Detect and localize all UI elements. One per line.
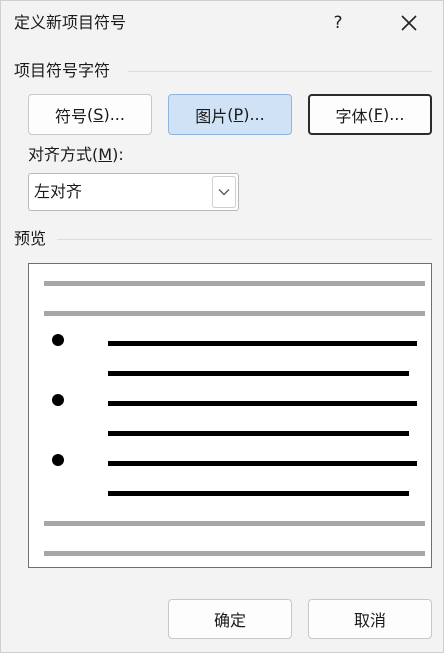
font-button[interactable]: 字体(F)...	[308, 94, 432, 135]
cancel-button-label: 取消	[353, 611, 386, 630]
symbol-button-mnemonic: S	[93, 105, 104, 124]
chevron-down-icon	[218, 189, 230, 196]
font-button-mnemonic: F	[373, 105, 383, 124]
bullet-character-section-label: 项目符号字符	[14, 61, 111, 80]
preview-text-line	[44, 551, 425, 556]
alignment-select[interactable]: 左对齐	[28, 173, 239, 211]
ok-button-label: 确定	[213, 611, 246, 630]
symbol-button-text: 符号	[55, 106, 88, 126]
help-button[interactable]: ?	[319, 5, 357, 41]
preview-text-line	[44, 311, 425, 316]
alignment-dropdown-button[interactable]	[212, 176, 236, 208]
define-new-bullet-dialog: 定义新项目符号 ? 项目符号字符 符号(S)... 图片(P)... 字体(F)…	[0, 0, 444, 653]
help-icon: ?	[333, 13, 343, 33]
dialog-title: 定义新项目符号	[14, 13, 127, 32]
preview-text-line	[44, 281, 425, 286]
preview-bullet-icon	[52, 334, 64, 346]
close-button[interactable]	[387, 5, 431, 41]
preview-bullet-line	[108, 341, 417, 346]
alignment-selected-value: 左对齐	[34, 182, 83, 201]
preview-section-label: 预览	[14, 229, 47, 248]
picture-button[interactable]: 图片(P)...	[168, 94, 292, 135]
cancel-button[interactable]: 取消	[308, 599, 432, 639]
preview-text-line	[44, 521, 425, 526]
preview-bullet-icon	[52, 394, 64, 406]
alignment-mnemonic: M	[98, 145, 113, 164]
font-button-text: 字体	[335, 106, 368, 126]
picture-button-suffix: ...	[249, 105, 265, 124]
alignment-label: 对齐方式(M):	[28, 145, 124, 164]
close-icon	[401, 15, 417, 31]
preview-bullet-line	[108, 491, 409, 496]
title-bar: 定义新项目符号 ?	[1, 1, 443, 47]
picture-button-mnemonic: P	[233, 105, 244, 124]
picture-button-text: 图片	[195, 106, 228, 126]
preview-box	[28, 263, 432, 568]
section-divider	[128, 71, 432, 72]
alignment-label-suffix: :	[118, 145, 124, 164]
alignment-label-text: 对齐方式	[28, 145, 93, 164]
preview-bullet-icon	[52, 454, 64, 466]
preview-divider	[57, 239, 432, 240]
symbol-button-suffix: ...	[109, 105, 125, 124]
preview-bullet-line	[108, 371, 409, 376]
ok-button[interactable]: 确定	[168, 599, 292, 639]
preview-bullet-line	[108, 401, 417, 406]
font-button-suffix: ...	[389, 105, 405, 124]
symbol-button[interactable]: 符号(S)...	[28, 94, 152, 135]
preview-bullet-line	[108, 461, 417, 466]
preview-bullet-line	[108, 431, 409, 436]
